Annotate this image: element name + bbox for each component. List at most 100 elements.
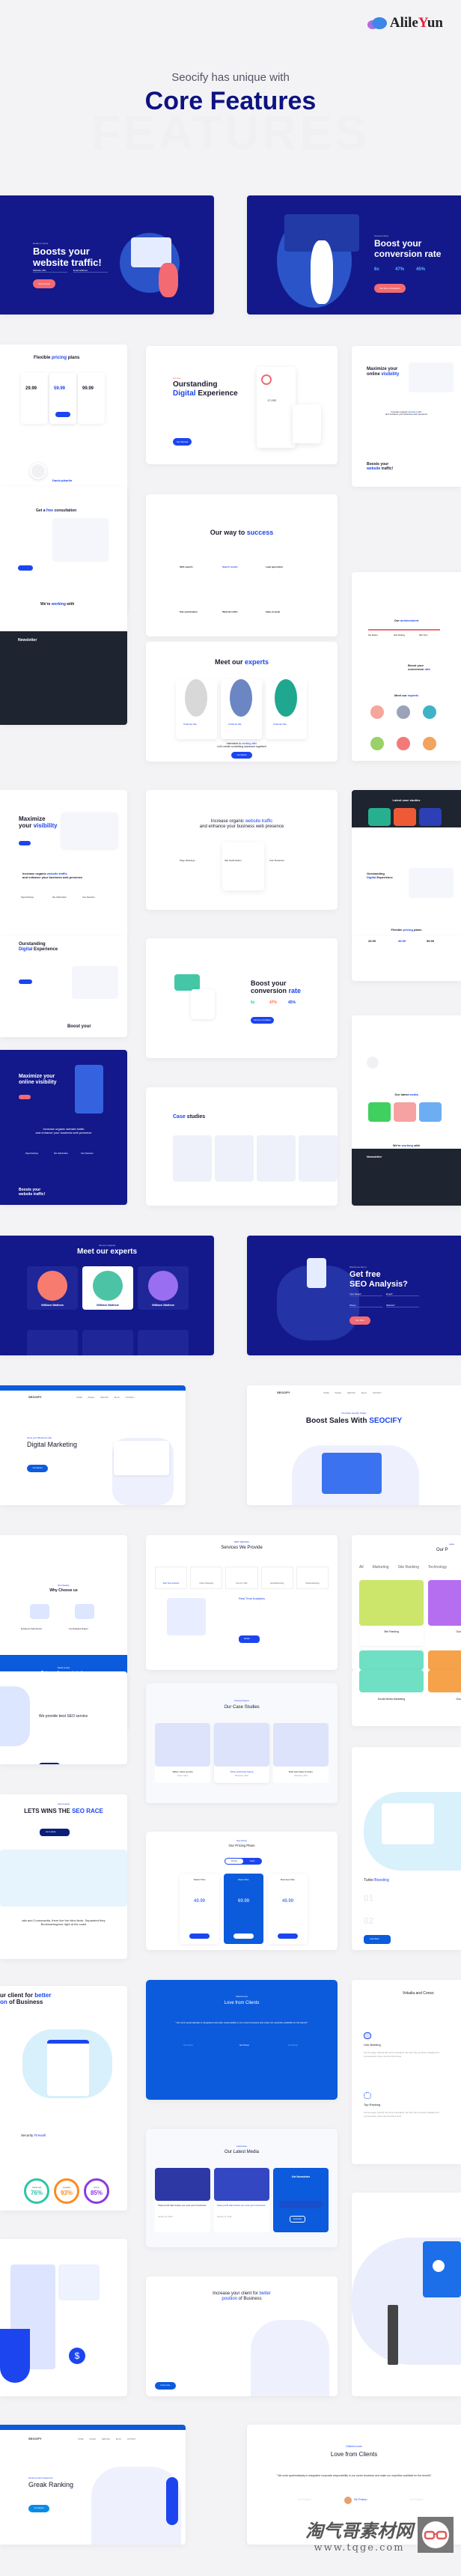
email-field[interactable]: Email* xyxy=(386,1292,419,1296)
learn-more-button[interactable]: Learn More xyxy=(364,1935,391,1944)
check-now-button[interactable]: Check Now xyxy=(33,279,55,288)
nav-item[interactable]: CONTACT xyxy=(126,1397,135,1399)
billing-toggle[interactable]: Monthly Yearly xyxy=(225,1858,262,1865)
section-title: Case studies xyxy=(173,1114,206,1120)
preview-client-firewall[interactable]: ur client for better on of Business Secur… xyxy=(0,1986,127,2211)
preview-dark-experts[interactable]: We are marginal Meet our experts William… xyxy=(0,1236,214,1355)
preview-experts[interactable]: Meet our experts Charlotte Mie Charlotte… xyxy=(146,642,338,762)
get-started-button[interactable]: Get Started xyxy=(231,752,252,759)
preview-boost-sales[interactable]: SEOCIFY HOME PAGES SERVICE BLOG CONTACT Purc… xyxy=(247,1385,461,1505)
nav-item[interactable]: SERVICE xyxy=(347,1392,355,1394)
preview-portfolio-2[interactable]: Social Media Marketing Google xyxy=(352,1670,461,1726)
preview-portfolio[interactable]: Latest Our P All Marketing Site Ranking … xyxy=(352,1535,461,1670)
website-field[interactable]: Website* xyxy=(386,1304,419,1307)
preview-right-pricing-end[interactable]: 29.99 49.99 59.99 xyxy=(352,936,461,981)
preview-case-studies-2[interactable]: Previous Projects Our Case Studies Milli… xyxy=(146,1683,338,1803)
nav-item[interactable]: HOME xyxy=(78,2438,84,2440)
preview-success[interactable]: Our way to success SEO experts Search re… xyxy=(146,494,338,637)
subscribe-button[interactable]: Subscribe xyxy=(290,2216,306,2223)
eyebrow: Slow & steady xyxy=(58,1803,70,1805)
service-tab[interactable]: Online Marketing xyxy=(190,1567,223,1589)
preview-maximize-visibility[interactable]: Maximize your visibility Increase organic… xyxy=(0,790,127,940)
preview-love-clients[interactable]: Client's love Love from Clients " We wor… xyxy=(146,1980,338,2100)
preview-consultation[interactable]: Get a free consultation We're working wi… xyxy=(0,487,127,725)
client-name[interactable]: Sir Pobon xyxy=(239,2044,249,2047)
service-tab[interactable]: Email Marketing xyxy=(260,1567,293,1589)
primary-button[interactable] xyxy=(19,1095,31,1099)
preview-digital-marketing[interactable]: SEOCIFY HOME PAGES SERVICE BLOG CONTACT Grow… xyxy=(0,1385,186,1505)
name-field[interactable]: Your Name* xyxy=(349,1292,382,1296)
section-title: Meet our experts xyxy=(394,693,418,697)
consultation-button[interactable]: Get free consultation xyxy=(251,1017,274,1024)
client-name[interactable]: Sir Pobon xyxy=(183,2044,193,2047)
tab-marketing[interactable]: Marketing xyxy=(373,1565,389,1570)
preview-security[interactable]: $ xyxy=(0,2239,127,2396)
preview-right-case[interactable]: Latest case studies Ourstanding Digital E… xyxy=(352,790,461,940)
get-quote-button[interactable]: Get a Quote xyxy=(40,1829,70,1836)
client-name[interactable]: Sir Pobon xyxy=(288,2044,298,2047)
service-tab[interactable]: Real Time Analytics xyxy=(155,1567,188,1589)
preview-organic-traffic[interactable]: Increase organic website traffic and enha… xyxy=(146,790,338,910)
preview-seo-race[interactable]: Slow & steady LETS WINS THE SEO RACE Get… xyxy=(0,1794,127,1959)
preview-dark-visibility[interactable]: Maximize your online visibility Increase … xyxy=(0,1050,127,1205)
header-subtitle: Seocify has unique with xyxy=(171,71,290,84)
section-title: Our achievement xyxy=(394,619,419,622)
preview-increase-client[interactable]: Increase your client for better position … xyxy=(146,2276,338,2396)
preview-seo-analysis[interactable]: Would you like to Get free SEO Analysis? … xyxy=(247,1236,461,1355)
nav-item[interactable]: CONTACT xyxy=(127,2438,136,2440)
tab-technology[interactable]: Technology xyxy=(428,1565,447,1570)
preview-greak-ranking[interactable]: SEOCIFY HOME PAGES SERVICE BLOG CONTACT Grea… xyxy=(0,2425,186,2545)
preview-right-media[interactable]: Our latest media We're working with News… xyxy=(352,1015,461,1206)
get-now-button[interactable]: Get Now xyxy=(349,1316,370,1325)
nav-item[interactable]: SERVICE xyxy=(102,2438,110,2440)
avatar xyxy=(423,737,436,750)
preview-right-achievement[interactable]: Our achievement Site Market Web Ranking … xyxy=(352,572,461,761)
client-name[interactable]: Sir Pobon xyxy=(354,2497,367,2501)
feature-item: Page Rankings xyxy=(25,1152,38,1155)
nav-item[interactable]: BLOG xyxy=(361,1392,367,1394)
tab-site-ranking[interactable]: Site Ranking xyxy=(398,1565,419,1570)
nav-item[interactable]: CONTACT xyxy=(373,1392,382,1394)
preview-case-studies[interactable]: Case studies xyxy=(146,1087,338,1206)
preview-turbo-boosting[interactable]: Turbo Boosting 01 02 Learn More xyxy=(352,1747,461,1950)
tab-all[interactable]: All xyxy=(359,1565,364,1570)
details-button[interactable]: Details xyxy=(239,1635,260,1643)
get-started-button[interactable]: Get Started xyxy=(173,438,192,446)
preview-services[interactable]: BEST SERVICES Services We Provide Real T… xyxy=(146,1535,338,1670)
preview-pricing-plans[interactable]: Best Pricing Our Pricing Plans Monthly Ye… xyxy=(146,1832,338,1950)
client-name[interactable]: Sir Pobon xyxy=(298,2497,311,2501)
primary-button[interactable] xyxy=(19,841,31,845)
preview-latest-media[interactable]: Latest News Our Latest Media Twice profi… xyxy=(146,2129,338,2247)
preview-digital-experience[interactable]: Monthly Ourstanding Digital Experience Ge… xyxy=(146,346,338,464)
nav-item[interactable]: SERVICE xyxy=(100,1397,109,1399)
preview-outstanding[interactable]: Ourstanding Digital Experience Boost your xyxy=(0,936,127,1037)
nav-item[interactable]: BLOG xyxy=(116,2438,121,2440)
service-tab[interactable]: Social Marketing xyxy=(296,1567,329,1589)
know-more-button[interactable]: Know more xyxy=(155,2382,176,2390)
nav-item[interactable]: HOME xyxy=(323,1392,329,1394)
get-started-button[interactable]: Get Started xyxy=(27,1465,48,1472)
nav-item[interactable]: PAGES xyxy=(88,1397,94,1399)
phone-field[interactable]: Phone xyxy=(349,1304,382,1307)
service-tab[interactable]: Pay Per Click xyxy=(225,1567,258,1589)
url-field[interactable]: Website URL xyxy=(33,269,67,273)
client-name[interactable]: Sir Pobon xyxy=(410,2497,424,2501)
preview-right-maximize[interactable]: Maximize your online visibility Increase … xyxy=(352,346,461,487)
preview-conversion-rate[interactable]: Success Story Boost your conversion rate … xyxy=(247,195,461,315)
nav-item[interactable]: PAGES xyxy=(335,1392,341,1394)
primary-button[interactable] xyxy=(19,979,32,984)
consultation-button[interactable]: Get free consultation xyxy=(374,284,406,293)
nav-item[interactable]: BLOG xyxy=(115,1397,120,1399)
submit-button[interactable] xyxy=(18,565,33,571)
nav-item[interactable]: PAGES xyxy=(90,2438,96,2440)
preview-boosts-traffic[interactable]: Ready to Grow Boosts your website traffic… xyxy=(0,195,214,315)
preview-seo-service[interactable]: We provide best SEO service Get Started xyxy=(0,1671,127,1764)
email-field[interactable]: Email address xyxy=(73,269,108,273)
email-input[interactable] xyxy=(279,2201,323,2208)
preview-conversion[interactable]: Boost your conversion rate 6x 47% 45% Get… xyxy=(146,938,338,1058)
nav-item[interactable]: HOME xyxy=(76,1397,82,1399)
get-started-button[interactable]: Get Started xyxy=(39,1763,60,1764)
preview-vokalia-features[interactable]: Vokalia and Conso Link Building Far far … xyxy=(352,1980,461,2164)
get-started-button[interactable]: Get Started xyxy=(28,2505,49,2512)
preview-analytics-illustration[interactable] xyxy=(352,2193,461,2396)
